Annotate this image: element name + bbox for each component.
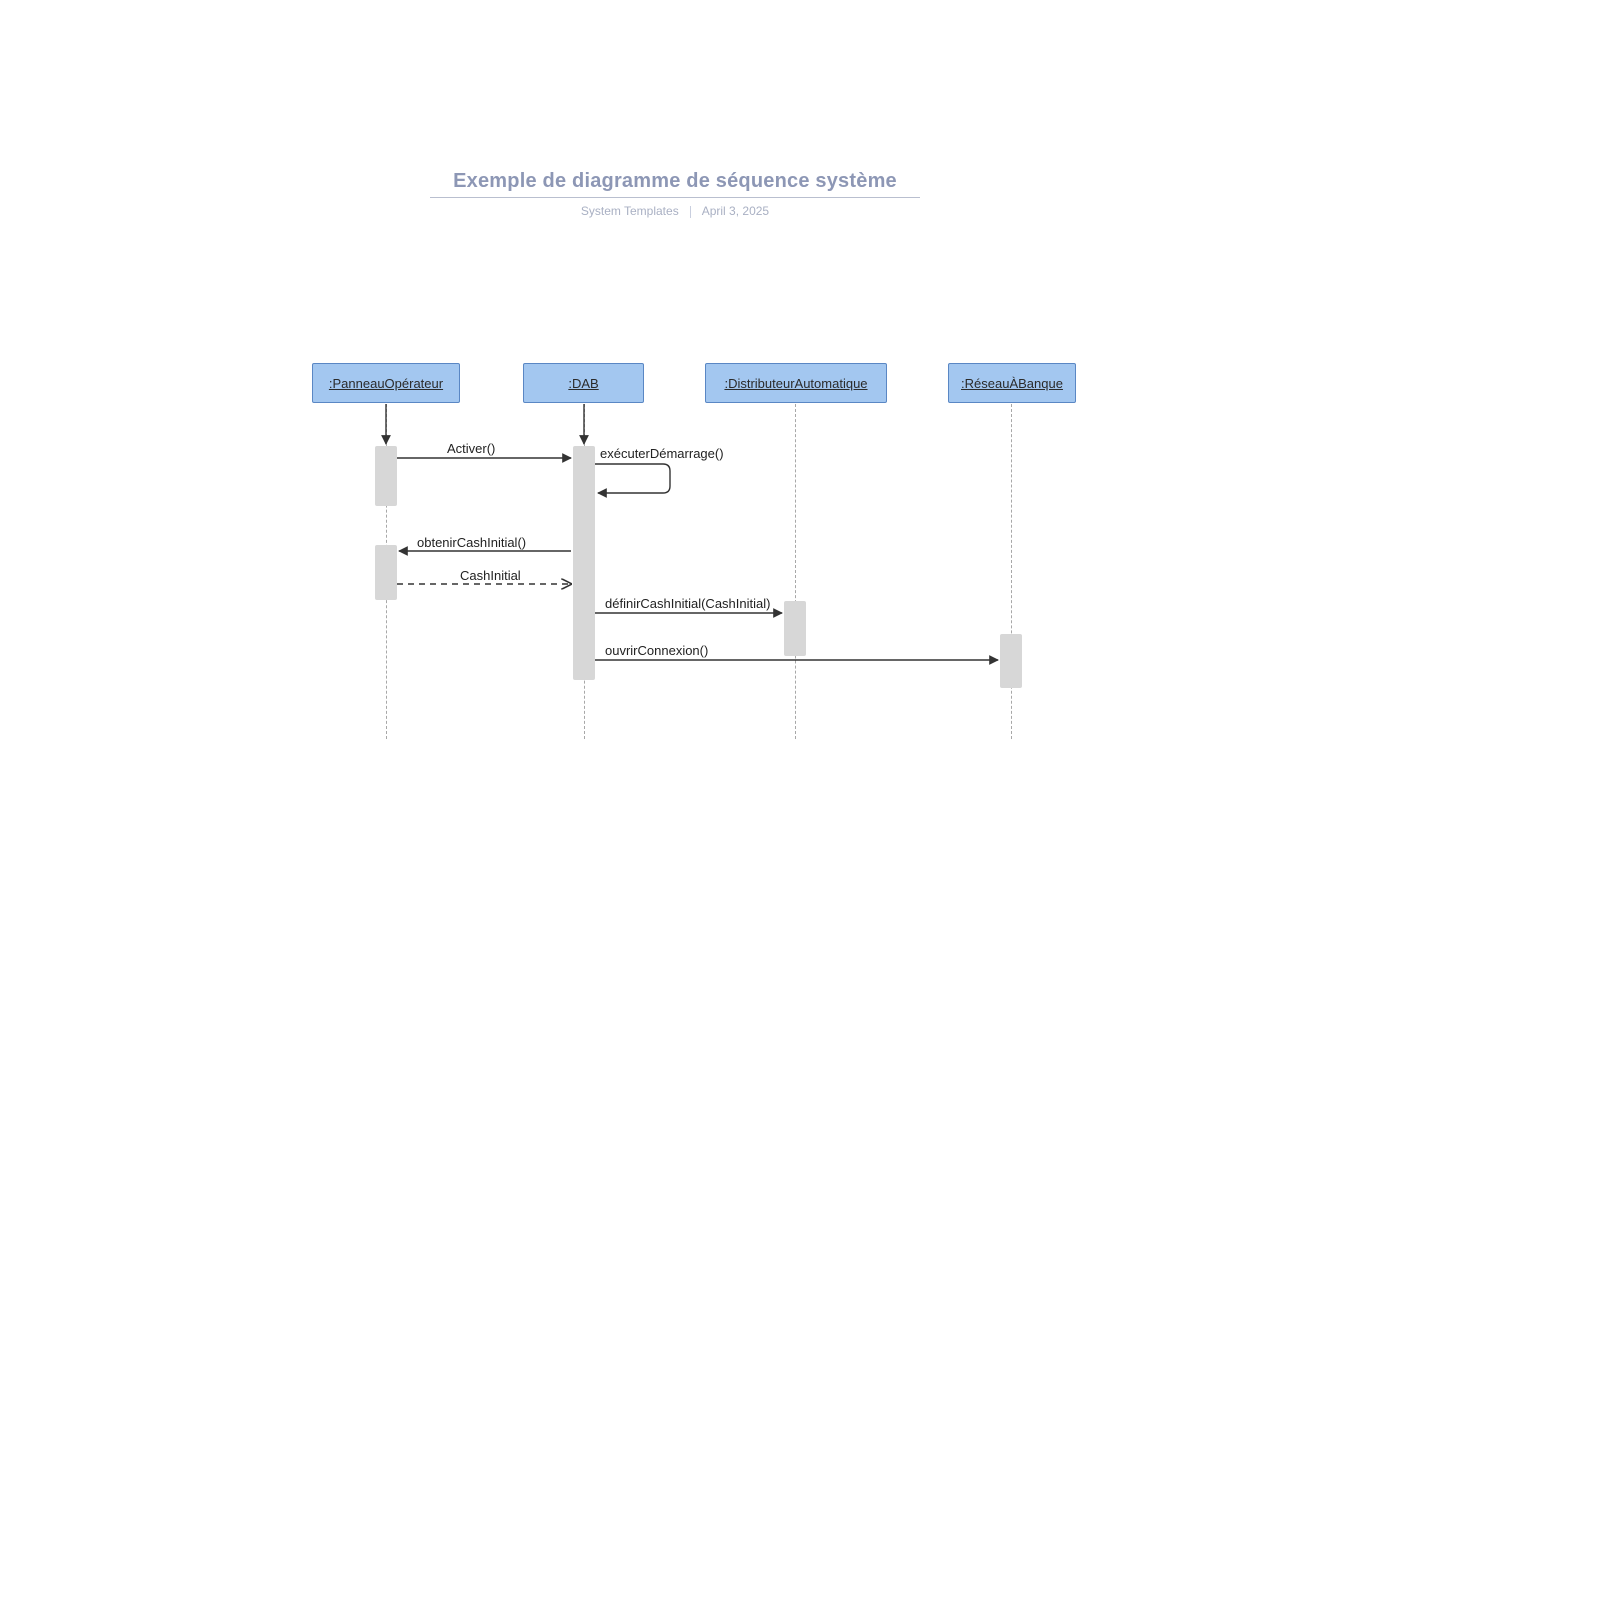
object-operator-panel: :PanneauOpérateur [312, 363, 460, 403]
object-dab: :DAB [523, 363, 644, 403]
diagram-canvas: Exemple de diagramme de séquence système… [0, 0, 1600, 1600]
object-operator-label: :PanneauOpérateur [329, 376, 443, 391]
subtitle-right: April 3, 2025 [702, 204, 769, 218]
object-dispenser-label: :DistributeurAutomatique [724, 376, 867, 391]
label-open-connection: ouvrirConnexion() [605, 643, 708, 658]
label-activate: Activer() [447, 441, 495, 456]
subtitle-separator [690, 206, 691, 218]
lifeline-banknet [1011, 404, 1012, 739]
activation-operator-1 [375, 446, 397, 506]
label-set-initial-cash: définirCashInitial(CashInitial) [605, 596, 770, 611]
object-bank-network: :RéseauÀBanque [948, 363, 1076, 403]
object-dispenser: :DistributeurAutomatique [705, 363, 887, 403]
arrows-overlay [0, 0, 1600, 1600]
label-execute-start: exécuterDémarrage() [600, 446, 724, 461]
label-initial-cash-return: CashInitial [460, 568, 521, 583]
object-banknet-label: :RéseauÀBanque [961, 376, 1063, 391]
lifeline-dispenser [795, 404, 796, 739]
activation-dab [573, 446, 595, 680]
subtitle-left: System Templates [581, 204, 679, 218]
label-get-initial-cash: obtenirCashInitial() [417, 535, 526, 550]
diagram-title: Exemple de diagramme de séquence système [430, 170, 920, 193]
title-block: Exemple de diagramme de séquence système… [430, 170, 920, 218]
activation-operator-2 [375, 545, 397, 600]
object-dab-label: :DAB [568, 376, 598, 391]
activation-dispenser [784, 601, 806, 656]
activation-banknet [1000, 634, 1022, 688]
diagram-subtitle: System Templates April 3, 2025 [430, 204, 920, 218]
